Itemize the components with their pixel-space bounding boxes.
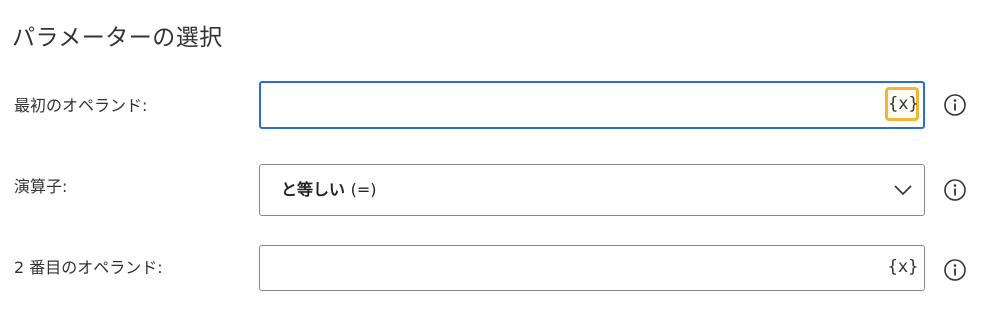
info-icon[interactable] xyxy=(943,93,967,117)
variable-picker-button[interactable]: {x} xyxy=(885,87,919,121)
first-operand-field[interactable]: {x} xyxy=(259,81,925,129)
operator-selected-symbol: (=) xyxy=(350,180,377,199)
second-operand-label: 2 番目のオペランド: xyxy=(14,258,163,277)
info-icon[interactable] xyxy=(943,178,967,202)
first-operand-input[interactable] xyxy=(271,83,873,127)
section-title: パラメーターの選択 xyxy=(12,25,223,51)
second-operand-field[interactable]: {x} xyxy=(259,245,925,291)
first-operand-label: 最初のオペランド: xyxy=(14,96,148,115)
operator-selected-text: と等しい xyxy=(281,180,346,199)
operator-dropdown[interactable]: と等しい (=) xyxy=(259,164,925,216)
second-operand-input[interactable] xyxy=(270,246,874,290)
chevron-down-icon[interactable] xyxy=(892,179,914,201)
info-icon[interactable] xyxy=(943,258,967,282)
variable-picker-button[interactable]: {x} xyxy=(886,251,920,285)
operator-label: 演算子: xyxy=(14,177,68,196)
operator-selected-value: と等しい (=) xyxy=(281,165,376,215)
